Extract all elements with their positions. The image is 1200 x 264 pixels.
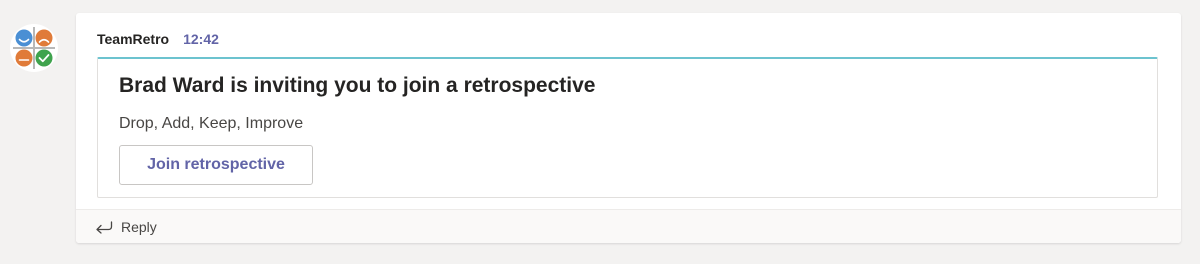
reply-button[interactable]: Reply: [95, 217, 157, 237]
sender-name[interactable]: TeamRetro: [97, 31, 169, 47]
message-bubble: TeamRetro 12:42 Brad Ward is inviting yo…: [76, 13, 1181, 243]
reply-label: Reply: [121, 219, 157, 235]
message-timestamp: 12:42: [183, 31, 219, 47]
chat-thread: TeamRetro 12:42 Brad Ward is inviting yo…: [0, 0, 1200, 264]
adaptive-card: Brad Ward is inviting you to join a retr…: [97, 57, 1158, 198]
message-footer: Reply: [76, 209, 1181, 243]
card-subtitle: Drop, Add, Keep, Improve: [119, 115, 304, 132]
reply-arrow-icon: [96, 221, 113, 234]
message-header: TeamRetro 12:42: [97, 30, 219, 48]
card-title: Brad Ward is inviting you to join a retr…: [119, 74, 596, 97]
join-retrospective-button[interactable]: Join retrospective: [119, 145, 313, 185]
avatar[interactable]: [10, 24, 58, 72]
teamretro-logo-icon: [11, 25, 57, 71]
